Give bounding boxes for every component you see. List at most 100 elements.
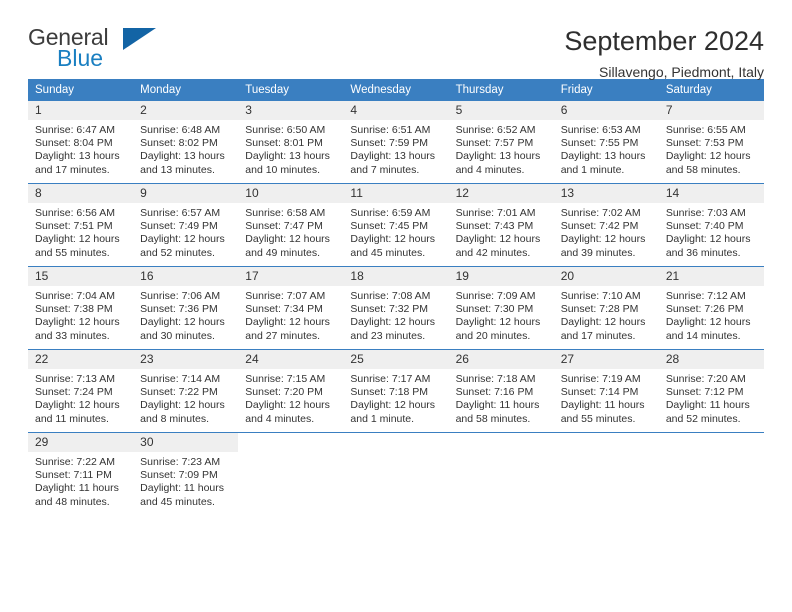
day-cell-inner	[449, 433, 554, 515]
day-cell-inner: 16 Sunrise: 7:06 AM Sunset: 7:36 PM Dayligh…	[133, 267, 239, 349]
sunrise-text: Sunrise: 7:19 AM	[560, 373, 641, 385]
calendar-day-cell[interactable]: 29 Sunrise: 7:22 AM Sunset: 7:11 PM Dayligh…	[28, 432, 134, 515]
calendar-day-cell[interactable]: 18 Sunrise: 7:08 AM Sunset: 7:32 PM Dayligh…	[343, 266, 449, 350]
weekday-header-saturday: Saturday	[658, 79, 764, 101]
day-number: 13	[553, 184, 659, 203]
calendar-day-cell[interactable]: 2 Sunrise: 6:48 AM Sunset: 8:02 PM Daylight…	[133, 101, 239, 184]
sunset-text: Sunset: 7:53 PM	[665, 137, 744, 150]
day-details: Sunrise: 6:47 AM Sunset: 8:04 PM Daylight:…	[28, 120, 133, 177]
day-cell-inner: 15 Sunrise: 7:04 AM Sunset: 7:38 PM Dayligh…	[28, 267, 134, 349]
calendar-day-cell[interactable]: 21 Sunrise: 7:12 AM Sunset: 7:26 PM Dayligh…	[658, 266, 764, 350]
weekday-header-thursday: Thursday	[448, 79, 554, 101]
sunset-text: Sunset: 7:28 PM	[560, 303, 639, 316]
sunset-text: Sunset: 7:59 PM	[350, 137, 429, 150]
calendar-day-cell[interactable]: 1 Sunrise: 6:47 AM Sunset: 8:04 PM Daylight…	[28, 101, 134, 184]
calendar-day-cell[interactable]: 4 Sunrise: 6:51 AM Sunset: 7:59 PM Daylight…	[343, 101, 449, 184]
brand-logo[interactable]: General Blue	[28, 26, 178, 72]
sunset-text: Sunset: 7:30 PM	[455, 303, 534, 316]
day-cell-inner: 12 Sunrise: 7:01 AM Sunset: 7:43 PM Dayligh…	[448, 184, 554, 266]
calendar-day-cell[interactable]: 30 Sunrise: 7:23 AM Sunset: 7:09 PM Dayligh…	[133, 432, 239, 515]
day-number: 1	[28, 101, 134, 120]
calendar-day-cell[interactable]: 25 Sunrise: 7:17 AM Sunset: 7:18 PM Dayligh…	[343, 349, 449, 433]
calendar-day-cell[interactable]: 28 Sunrise: 7:20 AM Sunset: 7:12 PM Dayligh…	[658, 349, 764, 433]
calendar-day-cell[interactable]: 3 Sunrise: 6:50 AM Sunset: 8:01 PM Daylight…	[238, 101, 344, 184]
sunset-text: Sunset: 7:47 PM	[245, 220, 323, 233]
calendar-day-cell[interactable]: 17 Sunrise: 7:07 AM Sunset: 7:34 PM Dayligh…	[238, 266, 344, 350]
daylight-text: Daylight: 12 hours and 39 minutes.	[560, 233, 646, 259]
day-cell-inner: 1 Sunrise: 6:47 AM Sunset: 8:04 PM Daylight…	[28, 101, 134, 183]
sunset-text: Sunset: 7:12 PM	[665, 386, 744, 399]
calendar-day-cell[interactable]: 27 Sunrise: 7:19 AM Sunset: 7:14 PM Dayligh…	[553, 349, 659, 433]
calendar-day-cell[interactable]: 15 Sunrise: 7:04 AM Sunset: 7:38 PM Dayligh…	[28, 266, 134, 350]
blue-triangle-flag-icon	[123, 28, 156, 50]
calendar-day-cell[interactable]: 26 Sunrise: 7:18 AM Sunset: 7:16 PM Dayligh…	[448, 349, 554, 433]
daylight-text: Daylight: 13 hours and 4 minutes.	[455, 150, 541, 176]
day-details: Sunrise: 7:13 AM Sunset: 7:24 PM Daylight:…	[28, 369, 133, 426]
day-cell-inner: 28 Sunrise: 7:20 AM Sunset: 7:12 PM Dayligh…	[658, 350, 764, 432]
sunset-text: Sunset: 7:26 PM	[665, 303, 744, 316]
sunrise-text: Sunrise: 7:23 AM	[140, 456, 221, 468]
daylight-text: Daylight: 13 hours and 13 minutes.	[140, 150, 225, 176]
sunset-text: Sunset: 7:11 PM	[35, 469, 112, 482]
sunset-text: Sunset: 7:45 PM	[350, 220, 429, 233]
calendar-day-cell[interactable]: 23 Sunrise: 7:14 AM Sunset: 7:22 PM Dayligh…	[133, 349, 239, 433]
day-cell-inner: 10 Sunrise: 6:58 AM Sunset: 7:47 PM Dayligh…	[238, 184, 344, 266]
calendar-day-cell[interactable]: 19 Sunrise: 7:09 AM Sunset: 7:30 PM Dayligh…	[448, 266, 554, 350]
day-number: 16	[133, 267, 239, 286]
daylight-text: Daylight: 11 hours and 48 minutes.	[35, 482, 119, 508]
sunrise-text: Sunrise: 7:18 AM	[455, 373, 536, 385]
day-details: Sunrise: 6:51 AM Sunset: 7:59 PM Daylight:…	[343, 120, 448, 177]
sunset-text: Sunset: 7:43 PM	[455, 220, 534, 233]
day-details: Sunrise: 7:17 AM Sunset: 7:18 PM Daylight:…	[343, 369, 448, 426]
page-title: September 2024	[564, 26, 764, 56]
day-details: Sunrise: 7:12 AM Sunset: 7:26 PM Daylight:…	[659, 286, 764, 343]
day-number: 27	[553, 350, 659, 369]
calendar-body: 1 Sunrise: 6:47 AM Sunset: 8:04 PM Daylight…	[28, 101, 764, 515]
daylight-text: Daylight: 12 hours and 20 minutes.	[455, 316, 541, 342]
sunrise-text: Sunrise: 6:52 AM	[455, 124, 536, 136]
sunrise-text: Sunrise: 7:15 AM	[245, 373, 326, 385]
sunrise-text: Sunrise: 6:56 AM	[35, 207, 115, 219]
sunset-text: Sunset: 7:24 PM	[35, 386, 113, 399]
calendar-day-cell[interactable]: 5 Sunrise: 6:52 AM Sunset: 7:57 PM Daylight…	[448, 101, 554, 184]
calendar-day-cell-empty	[658, 432, 764, 515]
daylight-text: Daylight: 13 hours and 1 minute.	[560, 150, 646, 176]
calendar-day-cell[interactable]: 8 Sunrise: 6:56 AM Sunset: 7:51 PM Daylight…	[28, 183, 134, 267]
calendar-day-cell[interactable]: 6 Sunrise: 6:53 AM Sunset: 7:55 PM Daylight…	[553, 101, 659, 184]
calendar-day-cell[interactable]: 12 Sunrise: 7:01 AM Sunset: 7:43 PM Dayligh…	[448, 183, 554, 267]
calendar-day-cell[interactable]: 9 Sunrise: 6:57 AM Sunset: 7:49 PM Daylight…	[133, 183, 239, 267]
daylight-text: Daylight: 11 hours and 58 minutes.	[455, 399, 540, 425]
day-details: Sunrise: 6:53 AM Sunset: 7:55 PM Daylight:…	[554, 120, 659, 177]
day-number: 9	[133, 184, 239, 203]
calendar-day-cell[interactable]: 14 Sunrise: 7:03 AM Sunset: 7:40 PM Dayligh…	[658, 183, 764, 267]
day-number	[659, 433, 764, 452]
day-details: Sunrise: 7:07 AM Sunset: 7:34 PM Daylight:…	[238, 286, 343, 343]
day-cell-inner: 26 Sunrise: 7:18 AM Sunset: 7:16 PM Dayligh…	[448, 350, 554, 432]
day-cell-inner: 30 Sunrise: 7:23 AM Sunset: 7:09 PM Dayligh…	[133, 433, 239, 515]
daylight-text: Daylight: 12 hours and 45 minutes.	[350, 233, 436, 259]
calendar-day-cell[interactable]: 13 Sunrise: 7:02 AM Sunset: 7:42 PM Dayligh…	[553, 183, 659, 267]
calendar-table: Sunday Monday Tuesday Wednesday Thursday…	[28, 79, 764, 515]
day-number	[238, 433, 343, 452]
sunrise-text: Sunrise: 7:13 AM	[35, 373, 115, 385]
calendar-day-cell[interactable]: 22 Sunrise: 7:13 AM Sunset: 7:24 PM Dayligh…	[28, 349, 134, 433]
calendar-day-cell[interactable]: 11 Sunrise: 6:59 AM Sunset: 7:45 PM Dayligh…	[343, 183, 449, 267]
day-details: Sunrise: 7:03 AM Sunset: 7:40 PM Daylight:…	[659, 203, 764, 260]
sunrise-text: Sunrise: 7:06 AM	[140, 290, 221, 302]
sunset-text: Sunset: 7:55 PM	[560, 137, 639, 150]
daylight-text: Daylight: 12 hours and 1 minute.	[350, 399, 436, 425]
calendar-day-cell[interactable]: 7 Sunrise: 6:55 AM Sunset: 7:53 PM Daylight…	[658, 101, 764, 184]
calendar-day-cell[interactable]: 16 Sunrise: 7:06 AM Sunset: 7:36 PM Dayligh…	[133, 266, 239, 350]
day-number: 5	[448, 101, 554, 120]
calendar-day-cell[interactable]: 24 Sunrise: 7:15 AM Sunset: 7:20 PM Dayligh…	[238, 349, 344, 433]
day-number: 25	[343, 350, 449, 369]
day-details: Sunrise: 7:20 AM Sunset: 7:12 PM Daylight:…	[659, 369, 764, 426]
sunset-text: Sunset: 7:22 PM	[140, 386, 218, 399]
day-cell-inner: 18 Sunrise: 7:08 AM Sunset: 7:32 PM Dayligh…	[343, 267, 449, 349]
calendar-day-cell[interactable]: 20 Sunrise: 7:10 AM Sunset: 7:28 PM Dayligh…	[553, 266, 659, 350]
sunset-text: Sunset: 7:20 PM	[245, 386, 323, 399]
day-details: Sunrise: 7:01 AM Sunset: 7:43 PM Daylight:…	[449, 203, 554, 260]
day-number: 11	[343, 184, 449, 203]
calendar-day-cell[interactable]: 10 Sunrise: 6:58 AM Sunset: 7:47 PM Dayligh…	[238, 183, 344, 267]
sunset-text: Sunset: 7:14 PM	[560, 386, 639, 399]
